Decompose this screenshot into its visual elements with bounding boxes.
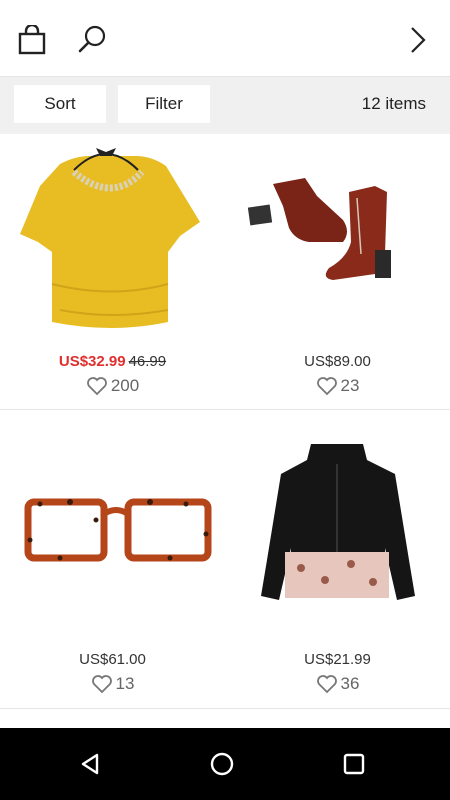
heart-icon[interactable] [316,674,338,694]
chevron-right-icon[interactable] [400,22,436,58]
sale-price: US$32.99 [58,353,126,370]
filter-button[interactable]: Filter [118,85,210,123]
like-row[interactable]: 36 [225,674,450,694]
product-card[interactable]: US$32.99 46.99 200 [0,134,225,409]
like-count: 23 [340,376,360,395]
like-count: 200 [110,376,140,395]
shopping-bag-icon[interactable] [14,22,50,58]
product-image-brown-boots [247,178,391,280]
product-image-leopard-glasses [24,498,212,562]
product-image-fur-jacket [261,444,415,600]
product-price: US$32.99 46.99 [0,353,225,370]
row-divider [0,409,450,410]
product-card[interactable]: US$89.00 23 [225,134,450,409]
heart-icon[interactable] [86,376,108,396]
sort-filter-bar: Sort Filter 12 items [0,77,450,133]
product-grid: US$32.99 46.99 200 US$89.00 23 US$61.00 … [0,134,450,728]
sort-button[interactable]: Sort [14,85,106,123]
original-price: 46.99 [128,353,167,370]
product-price: US$21.99 [304,651,371,668]
recents-square-icon[interactable] [336,746,372,782]
like-count: 13 [115,674,135,693]
row-divider [0,708,450,709]
home-circle-icon[interactable] [204,746,240,782]
product-image-yellow-blouse [20,148,200,328]
like-row[interactable]: 13 [0,674,225,694]
like-row[interactable]: 200 [0,376,225,396]
product-card[interactable]: US$61.00 13 [0,430,225,708]
like-count: 36 [340,674,360,693]
back-triangle-icon[interactable] [72,746,108,782]
system-nav-bar [0,728,450,800]
product-price: US$89.00 [304,353,371,370]
like-row[interactable]: 23 [225,376,450,396]
product-price: US$61.00 [79,651,146,668]
heart-icon[interactable] [316,376,338,396]
product-card[interactable]: US$21.99 36 [225,430,450,708]
search-icon[interactable] [74,22,110,58]
items-count: 12 items [361,94,426,113]
app-header [0,0,450,77]
heart-icon[interactable] [91,674,113,694]
